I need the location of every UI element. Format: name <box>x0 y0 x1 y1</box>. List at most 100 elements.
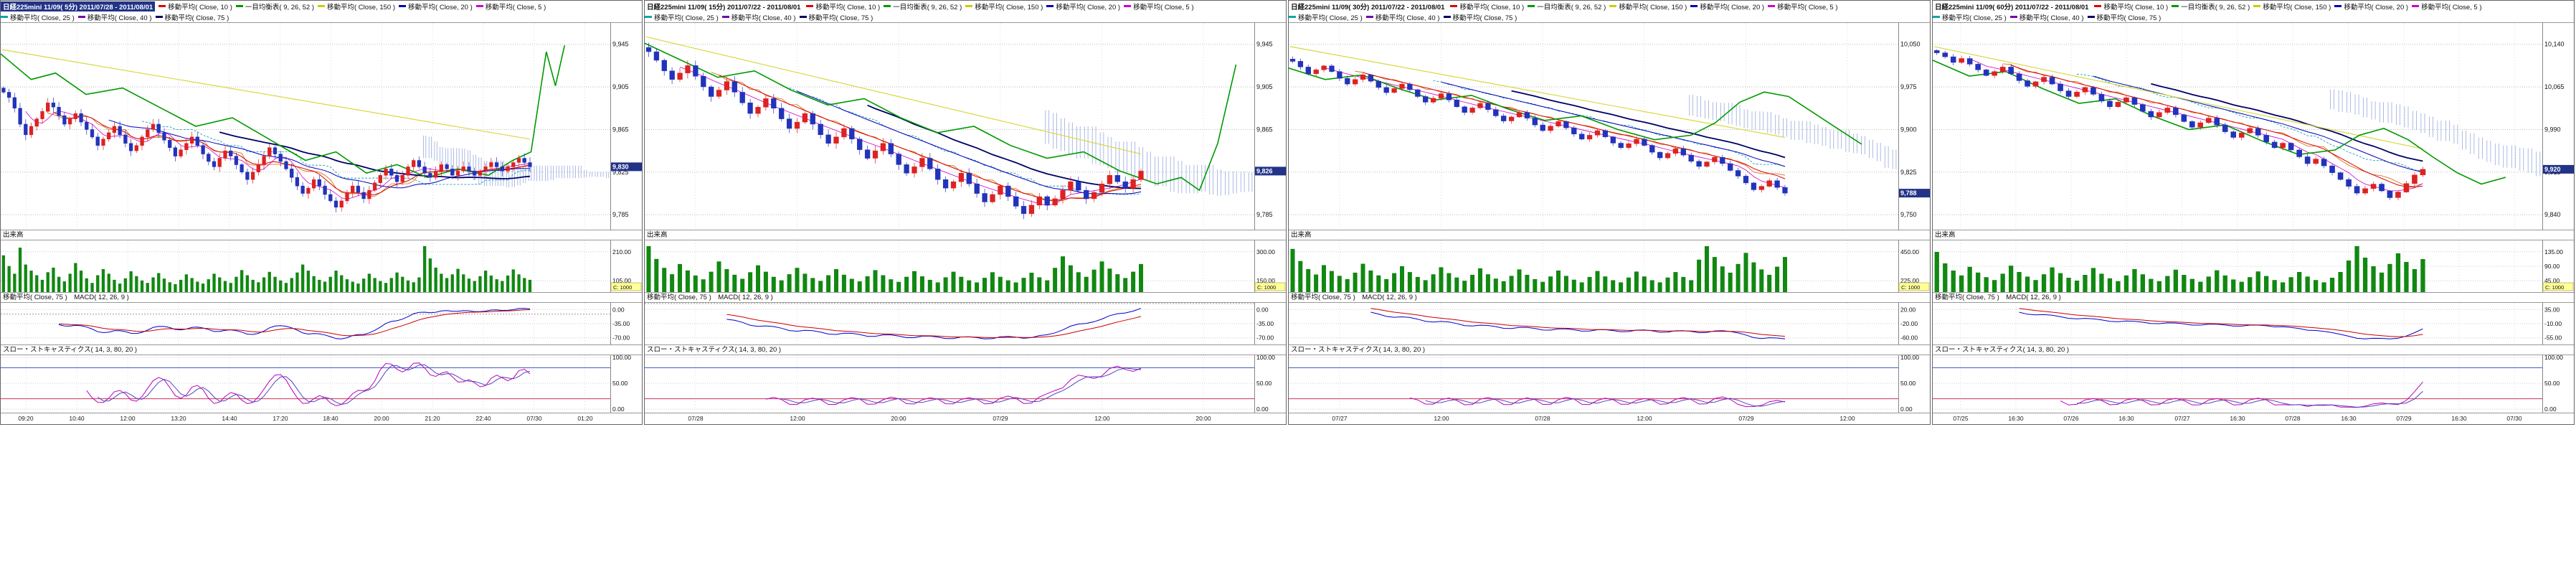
legend-color-icon <box>1124 5 1131 7</box>
legend-item[interactable]: 移動平均( Close, 75 ) <box>800 12 873 22</box>
stochastics-chart[interactable]: 100.0050.000.00 <box>1933 355 2575 413</box>
stochastics-chart[interactable]: 100.0050.000.00 <box>1 355 643 413</box>
volume-panel-label: 出来高 <box>1933 230 2574 240</box>
legend-item[interactable]: 移動平均( Close, 150 ) <box>2253 1 2331 11</box>
chart-title[interactable]: 日経225mini 11/09( 60分) 2011/07/22 - 2011/… <box>1933 1 2090 11</box>
legend-item[interactable]: 移動平均( Close, 20 ) <box>399 1 473 11</box>
legend-item[interactable]: 移動平均( Close, 75 ) <box>2088 12 2161 22</box>
legend-color-icon <box>2094 5 2101 7</box>
legend-label: 一目均衡表( 9, 26, 52 ) <box>893 1 962 11</box>
legend-item[interactable]: 移動平均( Close, 10 ) <box>1450 1 1524 11</box>
legend-color-icon <box>156 16 163 18</box>
chart-title[interactable]: 日経225mini 11/09( 15分) 2011/07/22 - 2011/… <box>645 1 802 11</box>
legend-item[interactable]: 移動平均( Close, 75 ) <box>1444 12 1517 22</box>
current-price-badge: 9,830 <box>612 163 629 170</box>
stoch-axis-label: 50.00 <box>1256 380 1272 387</box>
legend-item[interactable]: 移動平均( Close, 25 ) <box>645 12 719 22</box>
legend-item[interactable]: 移動平均( Close, 5 ) <box>476 1 546 11</box>
stoch-axis-label: 50.00 <box>2544 380 2560 387</box>
legend-color-icon <box>1046 5 1053 7</box>
chart-window-3: 日経225mini 11/09( 30分) 2011/07/22 - 2011/… <box>1288 0 1931 425</box>
time-label: 12:00 <box>115 415 140 422</box>
price-axis-label: 9,865 <box>612 126 629 133</box>
time-label: 07/29 <box>988 415 1013 422</box>
macd-chart[interactable]: 0.00-35.00-70.00 <box>1 302 643 344</box>
legend-item[interactable]: 移動平均( Close, 25 ) <box>1 12 75 22</box>
macd-axis-label: 20.00 <box>1900 306 1916 313</box>
legend-item[interactable]: 移動平均( Close, 10 ) <box>2094 1 2168 11</box>
legend-item[interactable]: 移動平均( Close, 75 ) <box>156 12 229 22</box>
volume-chart[interactable]: 300.00150.00C: 1000 <box>645 240 1287 292</box>
volume-panel-label: 出来高 <box>1 230 642 240</box>
chart-title[interactable]: 日経225mini 11/09( 5分) 2011/07/28 - 2011/0… <box>1 1 155 11</box>
macd-axis-label: -20.00 <box>1900 320 1918 327</box>
legend-item[interactable]: 移動平均( Close, 150 ) <box>318 1 395 11</box>
stochastics-chart[interactable]: 100.0050.000.00 <box>645 355 1287 413</box>
legend-item[interactable]: 移動平均( Close, 10 ) <box>158 1 232 11</box>
time-label: 12:00 <box>1090 415 1114 422</box>
legend-color-icon <box>158 5 166 7</box>
legend-item[interactable]: 移動平均( Close, 40 ) <box>722 12 796 22</box>
price-chart[interactable]: 10,14010,0659,9909,9159,8409,920 <box>1933 22 2575 230</box>
legend-label: 移動平均( Close, 75 ) <box>165 12 229 22</box>
time-label: 10:40 <box>65 415 89 422</box>
legend-label: 一目均衡表( 9, 26, 52 ) <box>1537 1 1606 11</box>
time-label: 12:00 <box>1429 415 1454 422</box>
time-axis: 09:2010:4012:0013:2014:4017:2018:4020:00… <box>1 413 642 424</box>
price-chart[interactable]: 9,9459,9059,8659,8259,7859,826 <box>645 22 1287 230</box>
legend-label: 一目均衡表( 9, 26, 52 ) <box>245 1 314 11</box>
macd-axis-label: -35.00 <box>612 320 630 327</box>
macd-chart[interactable]: 20.00 -20.00 -60.00 <box>1289 302 1931 344</box>
legend-item[interactable]: 移動平均( Close, 25 ) <box>1933 12 2007 22</box>
legend-item[interactable]: 移動平均( Close, 20 ) <box>2334 1 2408 11</box>
legend-item[interactable]: 一目均衡表( 9, 26, 52 ) <box>884 1 962 11</box>
legend-item[interactable]: 移動平均( Close, 10 ) <box>806 1 880 11</box>
macd-chart[interactable]: 35.00-10.00-55.00 <box>1933 302 2575 344</box>
price-chart[interactable]: 10,0509,9759,9009,8259,7509,788 <box>1289 22 1931 230</box>
legend-color-icon <box>318 5 325 7</box>
legend-item[interactable]: 移動平均( Close, 5 ) <box>1124 1 1193 11</box>
chart-window-2: 日経225mini 11/09( 15分) 2011/07/22 - 2011/… <box>644 0 1287 425</box>
legend-label: 移動平均( Close, 10 ) <box>1459 1 1524 11</box>
legend-label: 移動平均( Close, 20 ) <box>408 1 473 11</box>
legend-item[interactable]: 移動平均( Close, 40 ) <box>1366 12 1440 22</box>
volume-panel-label: 出来高 <box>645 230 1286 240</box>
legend-label: 移動平均( Close, 75 ) <box>809 12 873 22</box>
legend-item[interactable]: 移動平均( Close, 150 ) <box>1609 1 1687 11</box>
stoch-axis-label: 100.00 <box>1256 355 1275 361</box>
stochastics-chart[interactable]: 100.0050.000.00 <box>1289 355 1931 413</box>
legend-label: 移動平均( Close, 150 ) <box>327 1 395 11</box>
volume-chart[interactable]: 450.00225.00C: 1000 <box>1289 240 1931 292</box>
macd-panel-label: 移動平均( Close, 75 ) MACD( 12, 26, 9 ) <box>645 292 1286 302</box>
volume-chart[interactable]: 135.0090.0045.00C: 1000 <box>1933 240 2575 292</box>
stochastics-panel-label: スロー・ストキャスティクス( 14, 3, 80, 20 ) <box>645 344 1286 355</box>
time-label: 16:30 <box>2114 415 2139 422</box>
legend-color-icon <box>722 16 729 18</box>
legend-item[interactable]: 移動平均( Close, 40 ) <box>78 12 152 22</box>
legend-item[interactable]: 移動平均( Close, 40 ) <box>2010 12 2084 22</box>
legend-item[interactable]: 一目均衡表( 9, 26, 52 ) <box>1528 1 1606 11</box>
current-price-badge: 9,788 <box>1900 189 1917 197</box>
legend-item[interactable]: 一目均衡表( 9, 26, 52 ) <box>236 1 314 11</box>
price-axis-label: 10,050 <box>1900 41 1921 48</box>
macd-axis-label: -35.00 <box>1256 320 1274 327</box>
chart-title[interactable]: 日経225mini 11/09( 30分) 2011/07/22 - 2011/… <box>1289 1 1446 11</box>
macd-axis-label: -60.00 <box>1900 334 1918 342</box>
stoch-axis-label: 100.00 <box>1900 355 1919 361</box>
volume-chart[interactable]: 210.00105.00C: 1000 <box>1 240 643 292</box>
legend-item[interactable]: 移動平均( Close, 5 ) <box>2412 1 2481 11</box>
stoch-axis-label: 100.00 <box>612 355 631 361</box>
time-label: 16:30 <box>2225 415 2250 422</box>
chart-header: 日経225mini 11/09( 5分) 2011/07/28 - 2011/0… <box>1 1 642 22</box>
legend-item[interactable]: 一目均衡表( 9, 26, 52 ) <box>2172 1 2250 11</box>
legend-label: 移動平均( Close, 25 ) <box>1298 12 1363 22</box>
volume-axis-label: 300.00 <box>1256 248 1275 255</box>
legend-item[interactable]: 移動平均( Close, 20 ) <box>1046 1 1120 11</box>
price-chart[interactable]: 9,9459,9059,8659,8259,7859,830 <box>1 22 643 230</box>
legend-item[interactable]: 移動平均( Close, 150 ) <box>965 1 1043 11</box>
legend-color-icon <box>1444 16 1451 18</box>
legend-item[interactable]: 移動平均( Close, 25 ) <box>1289 12 1363 22</box>
legend-item[interactable]: 移動平均( Close, 5 ) <box>1768 1 1837 11</box>
macd-chart[interactable]: 0.00-35.00-70.00 <box>645 302 1287 344</box>
legend-item[interactable]: 移動平均( Close, 20 ) <box>1690 1 1764 11</box>
